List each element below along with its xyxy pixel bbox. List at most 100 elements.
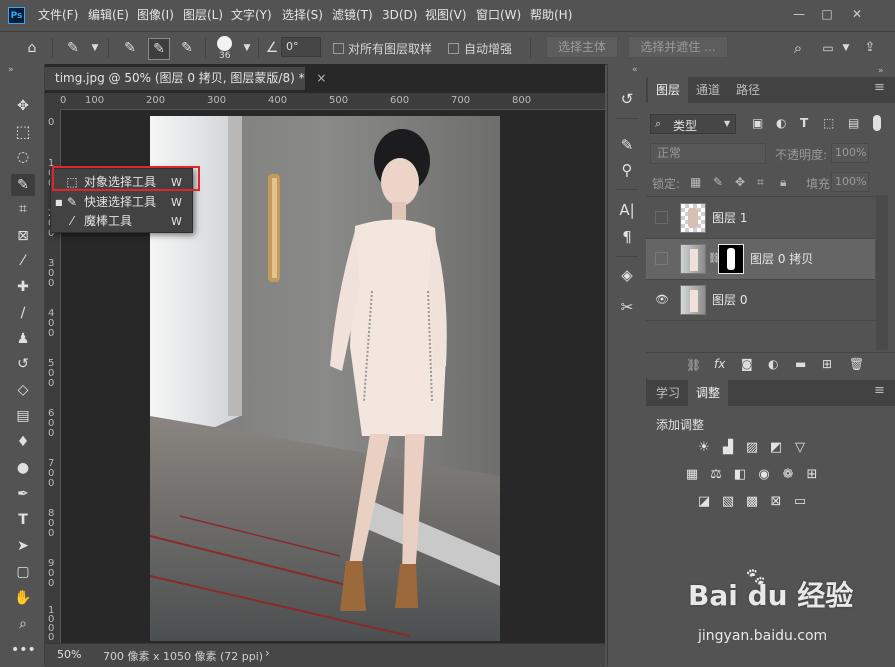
adjustment-filter-icon[interactable]: ◐ bbox=[776, 116, 786, 130]
layer-row-selected[interactable]: ⛓ 图层 0 拷贝 bbox=[646, 239, 875, 280]
new-layer-icon[interactable]: ⊞ bbox=[822, 357, 832, 371]
brush-size-icon[interactable] bbox=[217, 36, 232, 51]
chevron-down-icon[interactable]: ▼ bbox=[836, 38, 856, 58]
layer-row[interactable]: 图层 1 bbox=[646, 198, 875, 239]
gradient-map-icon[interactable]: ▭ bbox=[792, 494, 808, 510]
collapse-icon[interactable]: « bbox=[632, 65, 638, 75]
healing-brush-icon[interactable]: ✚ bbox=[11, 276, 35, 298]
quick-selection-tool-icon[interactable]: ✎ bbox=[11, 174, 35, 196]
smart-object-filter-icon[interactable]: ▤ bbox=[848, 116, 859, 130]
workspace-icon[interactable]: ▭ bbox=[818, 38, 838, 58]
minimize-button[interactable]: — bbox=[790, 5, 808, 23]
shape-filter-icon[interactable]: ⬚ bbox=[823, 116, 834, 130]
posterize-icon[interactable]: ▧ bbox=[720, 494, 736, 510]
menu-layer[interactable]: 图层(L) bbox=[183, 0, 223, 30]
levels-icon[interactable]: ▟ bbox=[720, 440, 736, 456]
lock-position-icon[interactable]: ✥ bbox=[735, 175, 745, 189]
layer-name[interactable]: 图层 1 bbox=[712, 209, 747, 226]
frame-tool-icon[interactable]: ⊠ bbox=[11, 225, 35, 247]
eraser-tool-icon[interactable]: ◇ bbox=[11, 379, 35, 401]
panel-menu-icon[interactable]: ≡ bbox=[874, 383, 885, 398]
collapse-icon[interactable]: » bbox=[8, 65, 14, 75]
channel-mixer-icon[interactable]: ❁ bbox=[780, 467, 796, 483]
paragraph-panel-icon[interactable]: ¶ bbox=[616, 226, 638, 248]
panel-menu-icon[interactable]: ≡ bbox=[874, 80, 885, 95]
menu-help[interactable]: 帮助(H) bbox=[530, 0, 572, 30]
add-to-selection-brush-icon[interactable]: ✎ bbox=[148, 38, 170, 60]
blend-mode-select[interactable]: 正常 bbox=[650, 143, 766, 164]
menu-select[interactable]: 选择(S) bbox=[282, 0, 323, 30]
angle-input[interactable]: 0° bbox=[281, 37, 321, 57]
chevron-down-icon[interactable]: ▼ bbox=[237, 38, 257, 58]
subtract-selection-brush-icon[interactable]: ✎ bbox=[177, 38, 197, 58]
fill-input[interactable]: 100% bbox=[831, 172, 869, 192]
history-panel-icon[interactable]: ↺ bbox=[616, 88, 638, 110]
tab-adjustments[interactable]: 调整 bbox=[688, 380, 729, 406]
move-tool-icon[interactable]: ✥ bbox=[11, 95, 35, 117]
eye-icon[interactable]: 👁︎ bbox=[655, 293, 669, 306]
crop-tool-icon[interactable]: ⌗ bbox=[11, 198, 35, 220]
quick-selection-preset-icon[interactable]: ✎ bbox=[63, 38, 83, 58]
selective-color-icon[interactable]: ⊠ bbox=[768, 494, 784, 510]
invert-icon[interactable]: ◪ bbox=[696, 494, 712, 510]
character-panel-icon[interactable]: A| bbox=[616, 199, 638, 221]
document-tab[interactable]: timg.jpg @ 50% (图层 0 拷贝, 图层蒙版/8) * × bbox=[45, 67, 326, 90]
new-adjustment-icon[interactable]: ◐ bbox=[768, 357, 778, 371]
fx-icon[interactable]: fx bbox=[714, 357, 725, 371]
hand-tool-icon[interactable]: ✋ bbox=[11, 587, 35, 609]
sample-all-layers-checkbox[interactable] bbox=[333, 43, 344, 54]
exposure-icon[interactable]: ◩ bbox=[768, 440, 784, 456]
layer-name[interactable]: 图层 0 bbox=[712, 291, 747, 308]
history-brush-icon[interactable]: ↺ bbox=[11, 353, 35, 375]
close-tab-icon[interactable]: × bbox=[316, 71, 326, 85]
menu-filter[interactable]: 滤镜(T) bbox=[332, 0, 373, 30]
tab-paths[interactable]: 路径 bbox=[728, 77, 768, 103]
canvas-image[interactable] bbox=[150, 116, 500, 641]
zoom-level[interactable]: 50% bbox=[57, 648, 81, 661]
maximize-button[interactable]: □ bbox=[818, 5, 836, 23]
collapse-icon[interactable]: » bbox=[878, 66, 884, 76]
opacity-input[interactable]: 100% bbox=[831, 143, 869, 163]
chevron-down-icon[interactable]: ▼ bbox=[85, 38, 105, 58]
menu-view[interactable]: 视图(V) bbox=[425, 0, 467, 30]
new-group-icon[interactable]: ▬ bbox=[795, 357, 806, 371]
lasso-tool-icon[interactable]: ◌ bbox=[11, 146, 35, 168]
brightness-contrast-icon[interactable]: ☀ bbox=[696, 440, 712, 456]
flyout-item-magic-wand[interactable]: ⁄ 魔棒工具 W bbox=[51, 212, 192, 231]
brush-panel-icon[interactable]: ✎ bbox=[616, 134, 638, 156]
3d-panel-icon[interactable]: ◈ bbox=[616, 264, 638, 286]
ruler-horizontal[interactable]: 0 100 200 300 400 500 600 700 800 bbox=[60, 93, 605, 110]
tab-channels[interactable]: 通道 bbox=[688, 77, 728, 103]
vibrance-icon[interactable]: ▽ bbox=[792, 440, 808, 456]
lock-transparent-icon[interactable]: ▦ bbox=[690, 175, 701, 189]
menu-type[interactable]: 文字(Y) bbox=[231, 0, 272, 30]
shape-tool-icon[interactable]: ▢ bbox=[11, 561, 35, 583]
menu-window[interactable]: 窗口(W) bbox=[476, 0, 521, 30]
status-menu-arrow-icon[interactable]: › bbox=[265, 646, 270, 660]
layers-scrollbar[interactable] bbox=[876, 195, 888, 350]
marquee-tool-icon[interactable]: ⬚ bbox=[11, 121, 35, 143]
close-window-button[interactable]: ✕ bbox=[848, 5, 866, 23]
tool-presets-icon[interactable]: ✂ bbox=[616, 296, 638, 318]
new-selection-brush-icon[interactable]: ✎ bbox=[120, 38, 140, 58]
search-icon[interactable]: ⌕ bbox=[788, 38, 808, 58]
menu-edit[interactable]: 编辑(E) bbox=[88, 0, 129, 30]
layer-row[interactable]: 👁︎ 图层 0 bbox=[646, 280, 875, 321]
eyedropper-tool-icon[interactable]: ⁄ bbox=[11, 250, 35, 272]
lock-all-icon[interactable]: 🔒︎ bbox=[780, 175, 786, 190]
add-mask-icon[interactable]: ◙ bbox=[741, 357, 753, 371]
photo-filter-icon[interactable]: ◉ bbox=[756, 467, 772, 483]
menu-file[interactable]: 文件(F) bbox=[38, 0, 78, 30]
visibility-toggle[interactable] bbox=[655, 211, 668, 224]
color-balance-icon[interactable]: ⚖ bbox=[708, 467, 724, 483]
filter-toggle-switch[interactable] bbox=[873, 115, 881, 131]
path-selection-icon[interactable]: ➤ bbox=[11, 535, 35, 557]
brush-tool-icon[interactable]: ∕ bbox=[11, 302, 35, 324]
menu-3d[interactable]: 3D(D) bbox=[382, 0, 417, 30]
layer-filter-select[interactable]: ⌕ 类型 ▼ bbox=[650, 114, 736, 134]
clone-stamp-icon[interactable]: ♟ bbox=[11, 328, 35, 350]
layer-name[interactable]: 图层 0 拷贝 bbox=[750, 250, 813, 267]
pen-tool-icon[interactable]: ✒ bbox=[11, 483, 35, 505]
threshold-icon[interactable]: ▩ bbox=[744, 494, 760, 510]
curves-icon[interactable]: ▨ bbox=[744, 440, 760, 456]
